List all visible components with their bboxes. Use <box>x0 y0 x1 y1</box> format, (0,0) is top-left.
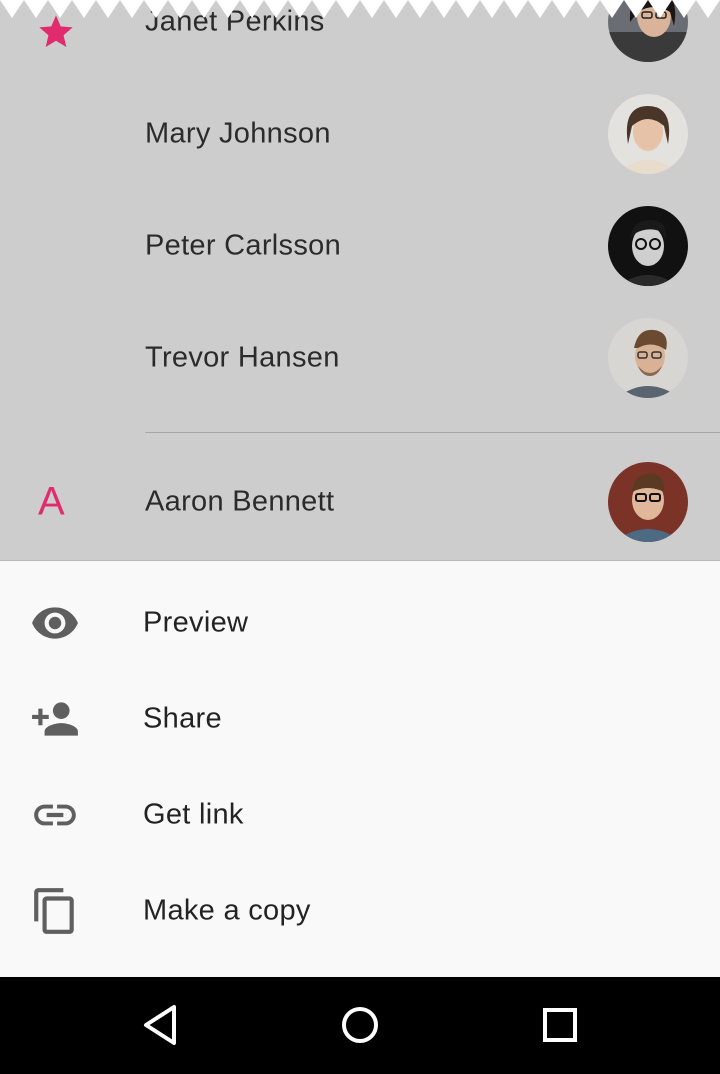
avatar[interactable] <box>608 462 688 542</box>
system-navigation-bar <box>0 977 720 1074</box>
avatar[interactable] <box>608 94 688 174</box>
sheet-item-label: Make a copy <box>143 894 311 927</box>
section-divider <box>145 432 720 433</box>
copy-icon <box>30 886 80 936</box>
sheet-item-get-link[interactable]: Get link <box>0 767 720 863</box>
link-icon <box>30 790 80 840</box>
contact-row[interactable]: A Aaron Bennett <box>0 446 720 558</box>
torn-edge <box>0 0 720 18</box>
back-icon <box>144 1005 176 1045</box>
sheet-item-preview[interactable]: Preview <box>0 575 720 671</box>
contact-name: Aaron Bennett <box>145 485 335 518</box>
sheet-item-share[interactable]: Share <box>0 671 720 767</box>
home-button[interactable] <box>330 997 390 1053</box>
contact-row[interactable]: Trevor Hansen <box>0 302 720 414</box>
sheet-item-label: Share <box>143 702 222 735</box>
contact-row[interactable]: Mary Johnson <box>0 78 720 190</box>
recents-button[interactable] <box>530 997 590 1053</box>
contact-name: Trevor Hansen <box>145 341 340 374</box>
sheet-item-label: Get link <box>143 798 244 831</box>
sheet-item-make-copy[interactable]: Make a copy <box>0 863 720 959</box>
section-letter: A <box>38 479 65 524</box>
home-icon <box>342 1007 378 1043</box>
bottom-sheet: Preview Share Get link Make a copy <box>0 560 720 977</box>
back-button[interactable] <box>130 997 190 1053</box>
avatar[interactable] <box>608 318 688 398</box>
contact-list: Janet Perkins Mary Johnson Peter Carlsso… <box>0 0 720 560</box>
avatar[interactable] <box>608 206 688 286</box>
recents-icon <box>543 1008 577 1042</box>
contact-name: Mary Johnson <box>145 117 331 150</box>
sheet-item-label: Preview <box>143 606 249 639</box>
eye-icon <box>30 598 80 648</box>
person-add-icon <box>30 694 80 744</box>
contact-name: Peter Carlsson <box>145 229 341 262</box>
contact-row[interactable]: Peter Carlsson <box>0 190 720 302</box>
